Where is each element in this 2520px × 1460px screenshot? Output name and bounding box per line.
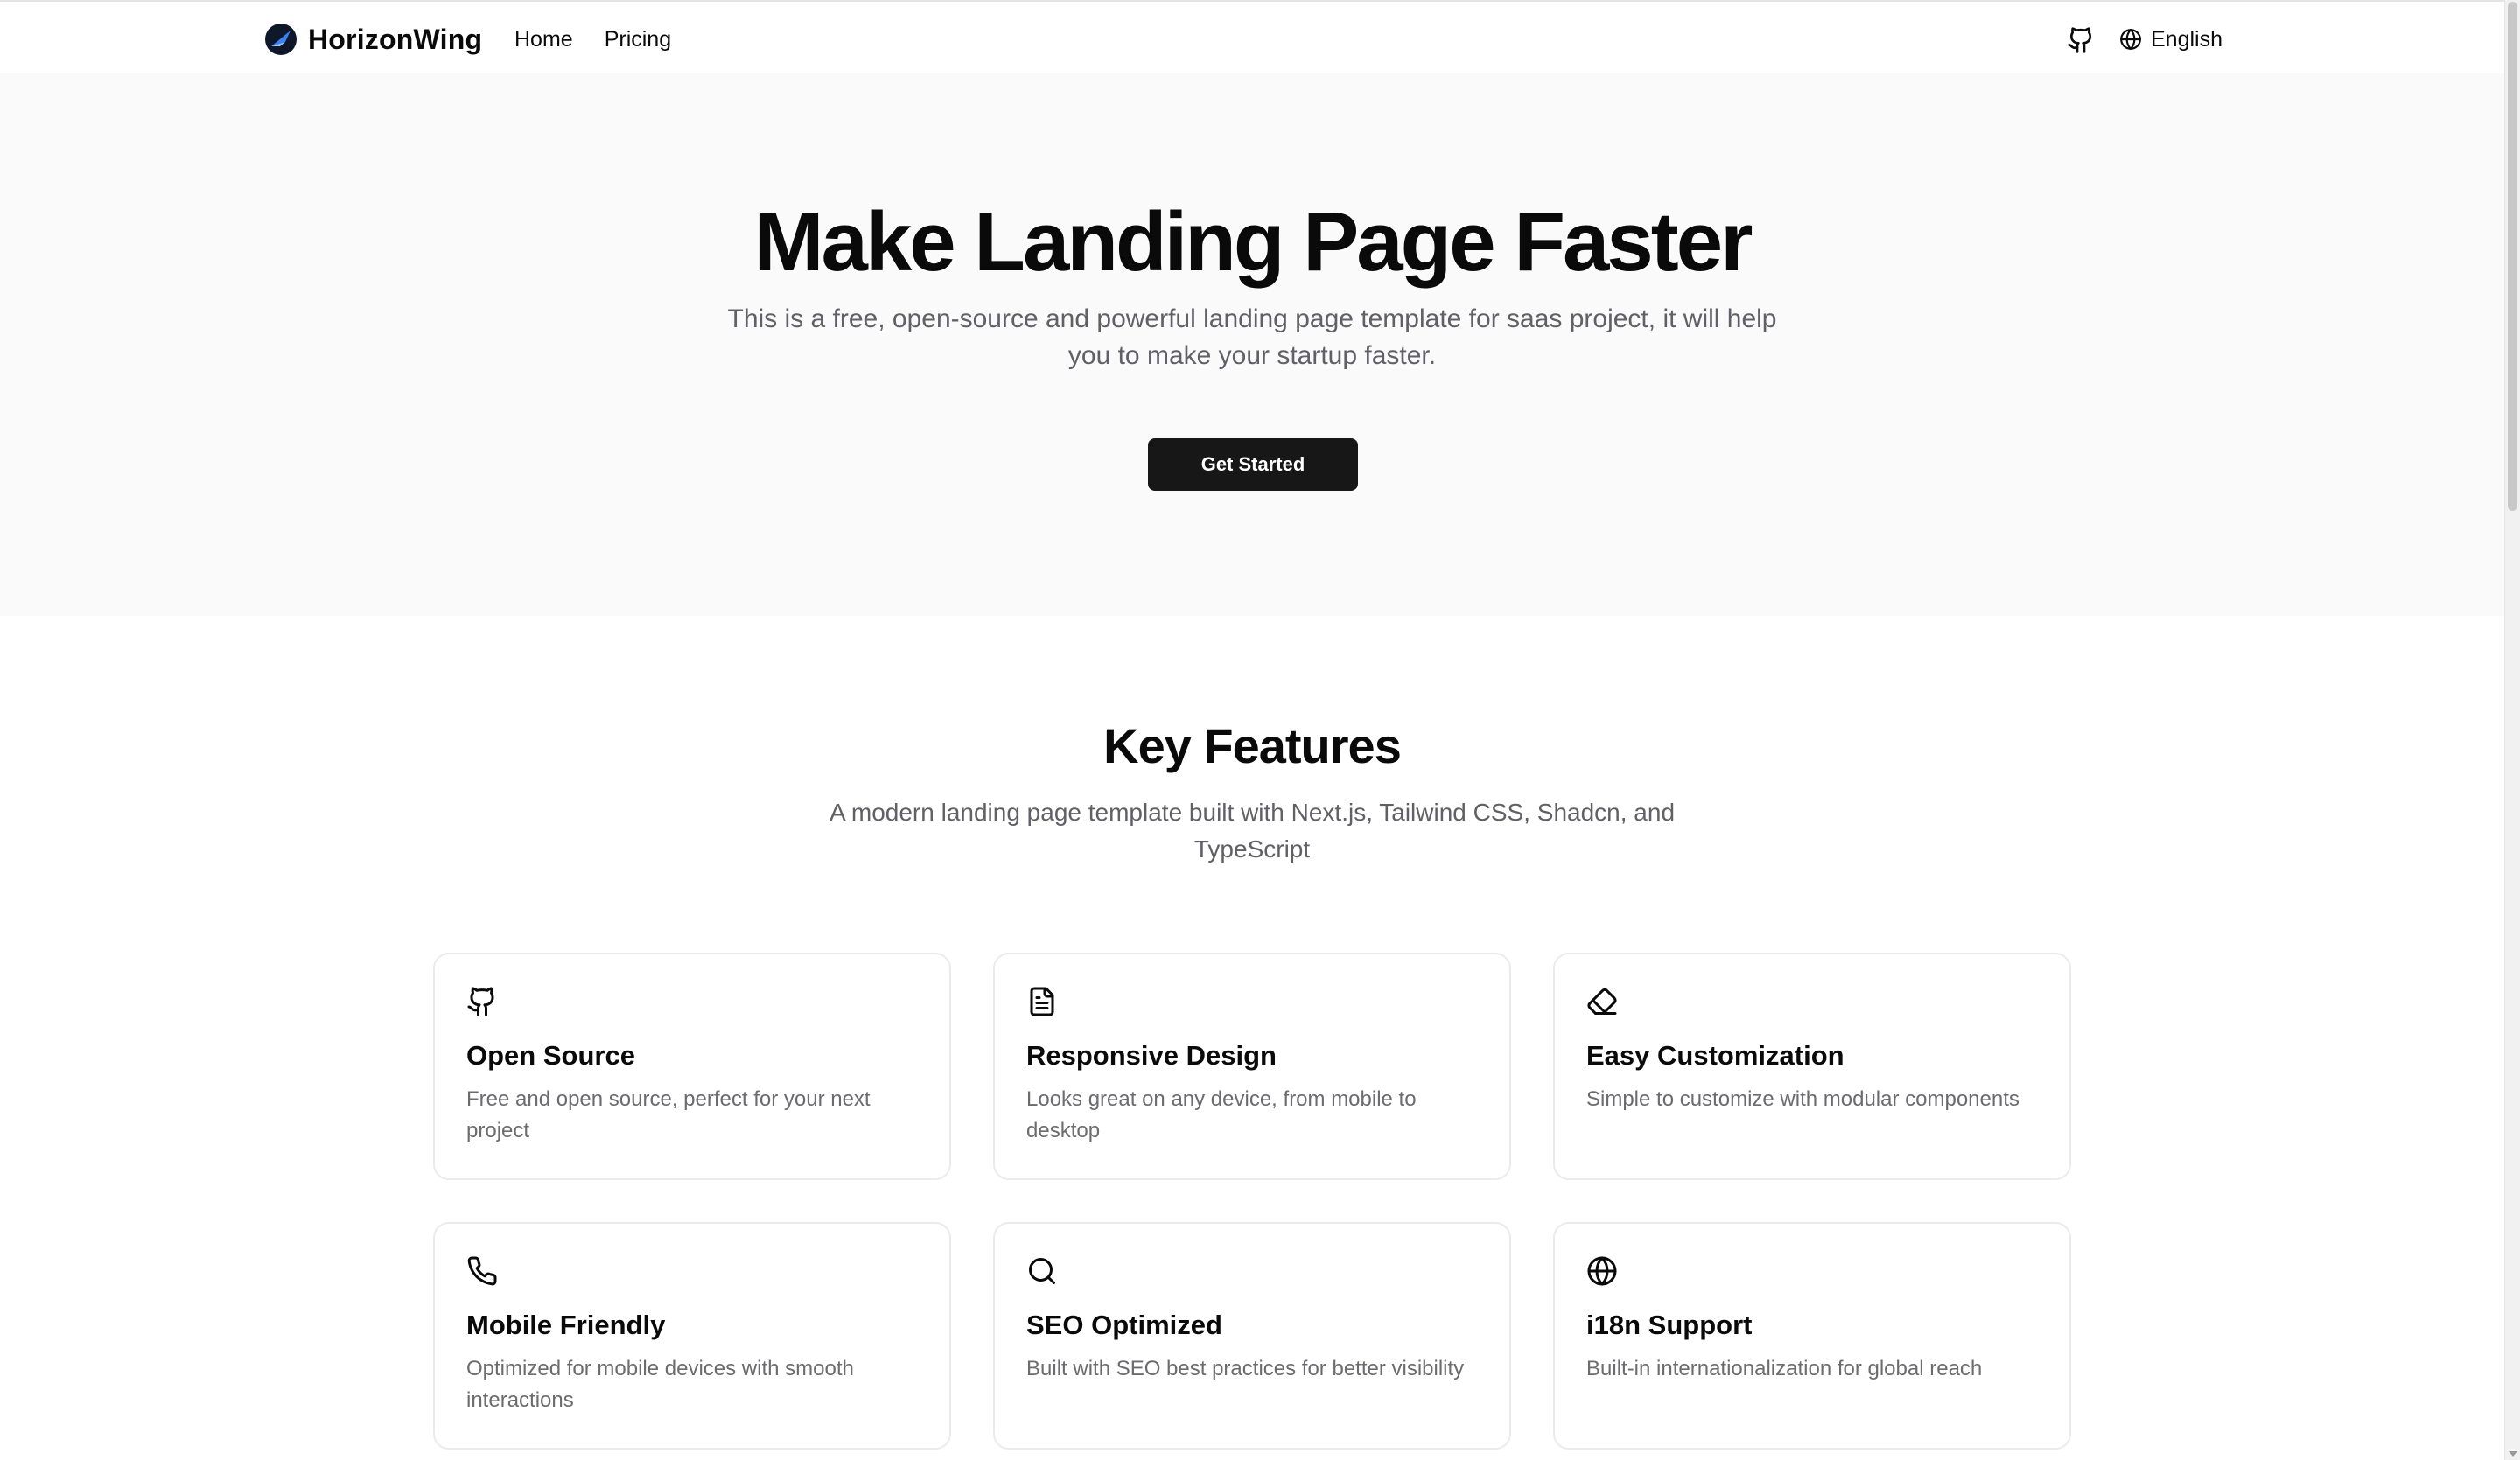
document-icon [1026, 986, 1058, 1017]
brand-logo[interactable]: HorizonWing [264, 23, 482, 56]
feature-card-open-source: Open Source Free and open source, perfec… [433, 953, 951, 1180]
feature-card-mobile-friendly: Mobile Friendly Optimized for mobile dev… [433, 1222, 951, 1450]
feature-card-easy-customization: Easy Customization Simple to customize w… [1553, 953, 2071, 1180]
feature-description: Simple to customize with modular compone… [1586, 1087, 2020, 1111]
github-icon [466, 986, 498, 1017]
search-icon [1026, 1255, 1058, 1287]
brand-mark-icon [265, 24, 297, 55]
vertical-scrollbar[interactable] [2504, 0, 2520, 1460]
feature-description: Built-in internationalization for global… [1586, 1357, 1983, 1380]
feature-card-responsive-design: Responsive Design Looks great on any dev… [993, 953, 1511, 1180]
feature-card-seo-optimized: SEO Optimized Built with SEO best practi… [993, 1222, 1511, 1450]
globe-icon [2120, 29, 2141, 50]
site-header: HorizonWing Home Pricing English [0, 2, 2504, 73]
eraser-icon [1586, 986, 1618, 1017]
nav-pricing-link[interactable]: Pricing [605, 24, 671, 54]
scroll-down-arrow-icon[interactable] [2509, 1451, 2517, 1457]
hero-section: Make Landing Page Faster This is a free,… [0, 73, 2504, 616]
nav-home-link[interactable]: Home [514, 24, 573, 54]
feature-title: Responsive Design [1026, 1040, 1277, 1071]
features-subtitle: A modern landing page template built wit… [829, 799, 1676, 863]
language-label: English [2151, 27, 2222, 52]
hero-title: Make Landing Page Faster [753, 195, 1753, 289]
github-icon[interactable] [2067, 26, 2095, 54]
feature-title: Easy Customization [1586, 1040, 1844, 1071]
globe-icon [1586, 1255, 1618, 1287]
brand-name: HorizonWing [308, 23, 483, 55]
feature-description: Built with SEO best practices for better… [1026, 1357, 1465, 1380]
hero-subtitle: This is a free, open-source and powerful… [727, 304, 1777, 370]
main-nav: Home Pricing [514, 24, 671, 54]
feature-title: Open Source [466, 1040, 635, 1071]
feature-description: Free and open source, perfect for your n… [466, 1087, 871, 1142]
scrollbar-thumb[interactable] [2508, 2, 2517, 511]
feature-description: Looks great on any device, from mobile t… [1026, 1087, 1417, 1142]
features-title: Key Features [1103, 718, 1402, 773]
phone-icon [466, 1255, 498, 1287]
get-started-button[interactable]: Get Started [1148, 438, 1358, 491]
feature-description: Optimized for mobile devices with smooth… [466, 1357, 854, 1412]
language-switcher[interactable]: English [2119, 24, 2222, 54]
feature-title: Mobile Friendly [466, 1310, 666, 1340]
feature-card-i18n-support: i18n Support Built-in internationalizati… [1553, 1222, 2071, 1450]
feature-title: i18n Support [1586, 1310, 1753, 1340]
feature-title: SEO Optimized [1026, 1310, 1222, 1340]
